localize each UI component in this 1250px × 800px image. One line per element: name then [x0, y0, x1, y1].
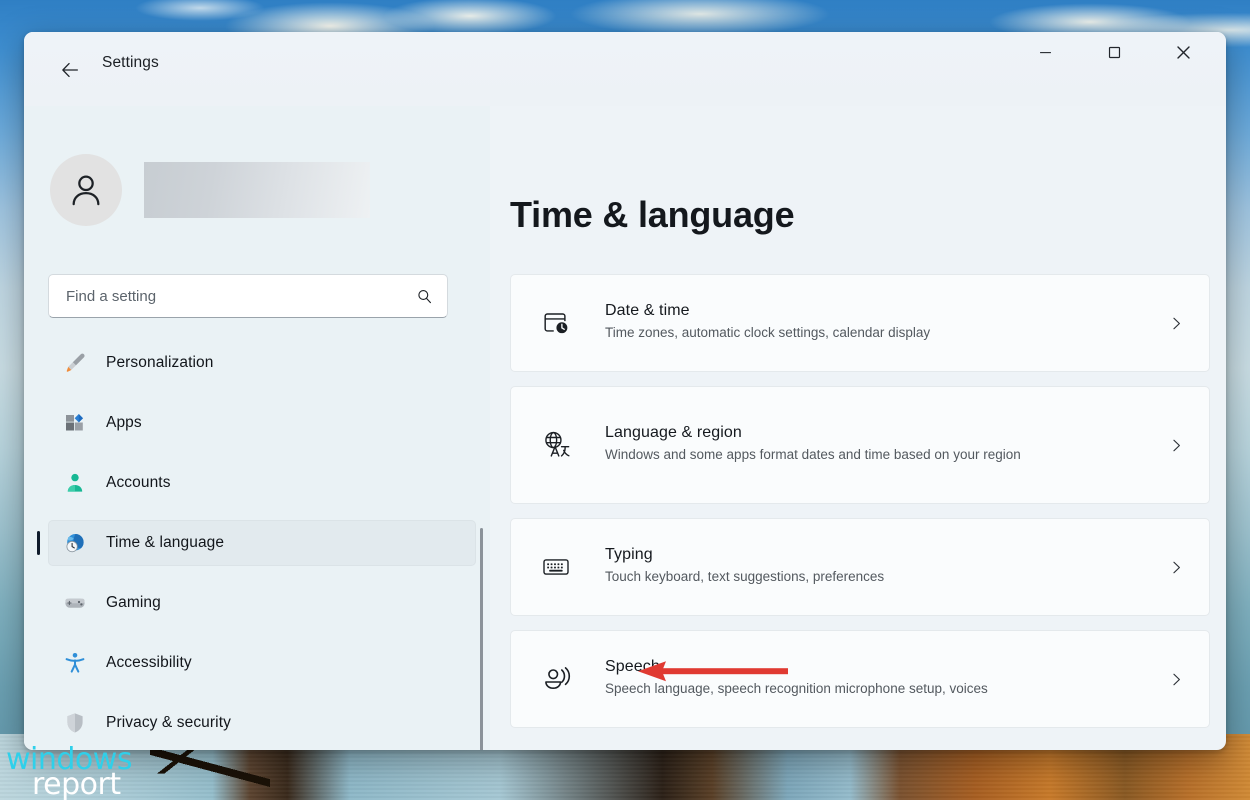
apps-grid-icon	[62, 410, 88, 436]
sidebar-item-gaming[interactable]: Gaming	[48, 580, 476, 626]
card-text: Typing Touch keyboard, text suggestions,…	[605, 546, 1165, 588]
card-subtitle: Touch keyboard, text suggestions, prefer…	[605, 567, 1125, 588]
card-subtitle: Time zones, automatic clock settings, ca…	[605, 323, 1125, 344]
speech-icon	[537, 664, 575, 694]
card-title: Language & region	[605, 424, 1165, 442]
gamepad-icon	[62, 590, 88, 616]
sidebar-scrollbar[interactable]	[476, 488, 488, 748]
window-controls	[1022, 32, 1226, 72]
sidebar-item-label: Personalization	[106, 354, 213, 372]
settings-card-language-and-region[interactable]: Language & region Windows and some apps …	[510, 386, 1210, 504]
search-box[interactable]	[48, 274, 448, 318]
card-title: Speech	[605, 658, 1165, 676]
sidebar-item-label: Accounts	[106, 474, 171, 492]
card-subtitle: Speech language, speech recognition micr…	[605, 679, 1125, 700]
keyboard-icon	[537, 552, 575, 582]
card-text: Language & region Windows and some apps …	[605, 424, 1165, 466]
paintbrush-icon	[62, 350, 88, 376]
chevron-right-icon[interactable]	[1165, 559, 1187, 576]
title-bar: Settings	[24, 32, 1226, 106]
sidebar-item-label: Privacy & security	[106, 714, 231, 732]
sidebar-item-privacy-and-security[interactable]: Privacy & security	[48, 700, 476, 746]
back-arrow-icon[interactable]	[50, 50, 90, 90]
search-input[interactable]	[66, 288, 416, 305]
chevron-right-icon[interactable]	[1165, 437, 1187, 454]
calendar-clock-icon	[537, 308, 575, 338]
settings-window: Settings	[24, 32, 1226, 750]
sidebar-item-label: Accessibility	[106, 654, 192, 672]
search-icon[interactable]	[416, 288, 433, 305]
card-title: Date & time	[605, 302, 1165, 320]
sidebar-item-label: Gaming	[106, 594, 161, 612]
window-body: Personalization Apps	[24, 106, 1226, 750]
card-subtitle: Windows and some apps format dates and t…	[605, 445, 1125, 466]
desktop-wallpaper: Settings	[0, 0, 1250, 800]
sidebar: Personalization Apps	[24, 106, 490, 750]
app-title: Settings	[102, 54, 159, 72]
person-icon	[62, 470, 88, 496]
settings-card-speech[interactable]: Speech Speech language, speech recogniti…	[510, 630, 1210, 728]
sidebar-item-label: Time & language	[106, 534, 224, 552]
sidebar-item-accessibility[interactable]: Accessibility	[48, 640, 476, 686]
sidebar-scrollbar-thumb[interactable]	[480, 528, 483, 750]
sidebar-item-apps[interactable]: Apps	[48, 400, 476, 446]
card-text: Speech Speech language, speech recogniti…	[605, 658, 1165, 700]
card-text: Date & time Time zones, automatic clock …	[605, 302, 1165, 344]
sidebar-item-accounts[interactable]: Accounts	[48, 460, 476, 506]
settings-card-typing[interactable]: Typing Touch keyboard, text suggestions,…	[510, 518, 1210, 616]
sidebar-item-personalization[interactable]: Personalization	[48, 340, 476, 386]
chevron-right-icon[interactable]	[1165, 671, 1187, 688]
page-title: Time & language	[510, 194, 1210, 236]
sidebar-item-time-and-language[interactable]: Time & language	[48, 520, 476, 566]
maximize-button[interactable]	[1091, 32, 1137, 72]
account-name-redacted	[144, 162, 370, 218]
card-title: Typing	[605, 546, 1165, 564]
chevron-right-icon[interactable]	[1165, 315, 1187, 332]
sidebar-nav-list: Personalization Apps	[24, 340, 490, 746]
globe-language-icon	[537, 430, 575, 460]
main-content: Time & language	[490, 106, 1226, 750]
minimize-button[interactable]	[1022, 32, 1068, 72]
accessibility-icon	[62, 650, 88, 676]
close-button[interactable]	[1160, 32, 1206, 72]
settings-card-date-and-time[interactable]: Date & time Time zones, automatic clock …	[510, 274, 1210, 372]
sidebar-item-label: Apps	[106, 414, 142, 432]
person-avatar-icon	[50, 154, 122, 226]
settings-card-list: Date & time Time zones, automatic clock …	[510, 274, 1210, 728]
account-profile[interactable]	[50, 154, 490, 226]
clock-globe-icon	[62, 530, 88, 556]
shield-icon	[62, 710, 88, 736]
